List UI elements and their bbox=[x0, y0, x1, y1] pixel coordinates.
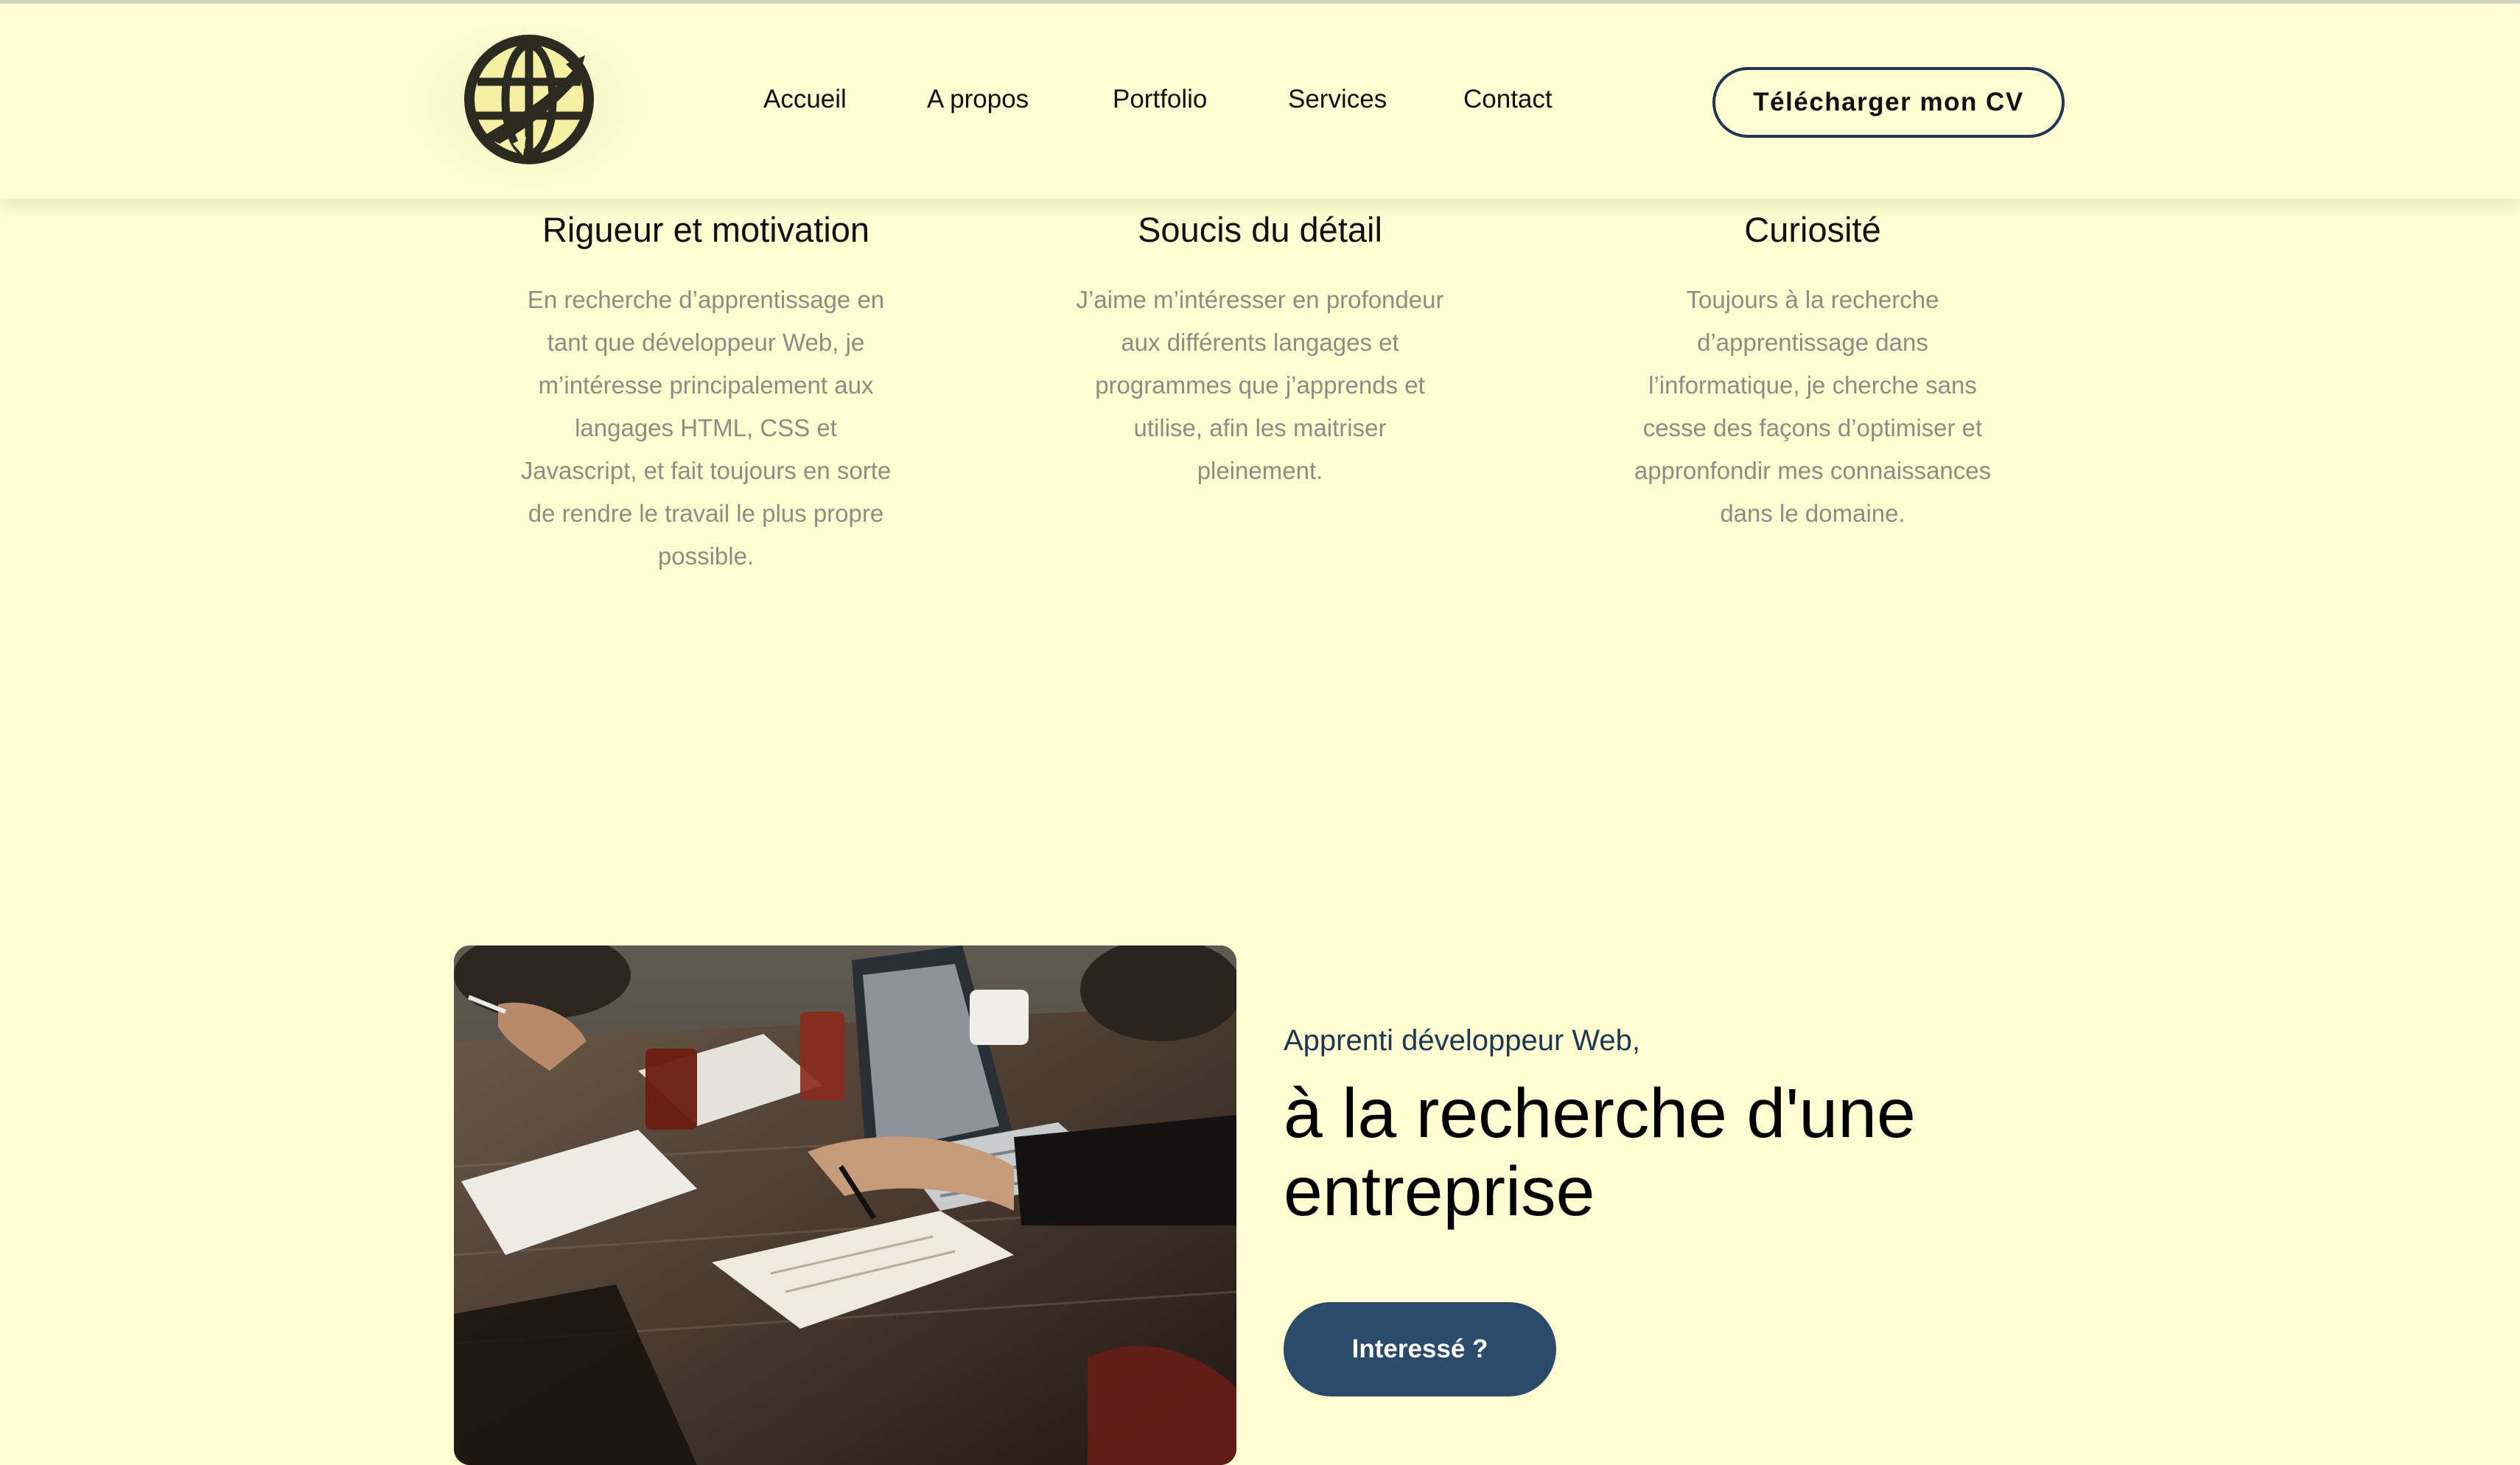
workspace-photo-illustration bbox=[454, 945, 1236, 1465]
feature-title: Curiosité bbox=[1744, 210, 1881, 249]
workspace-photo bbox=[454, 945, 1236, 1465]
download-cv-button[interactable]: Télécharger mon CV bbox=[1712, 67, 2065, 138]
feature-card: Curiosité Toujours à la recherche d’appr… bbox=[1606, 203, 2019, 535]
nav-item-services[interactable]: Services bbox=[1288, 85, 1387, 114]
feature-title: Soucis du détail bbox=[1138, 210, 1382, 249]
site-header: Accueil A propos Portfolio Services Cont… bbox=[0, 4, 2520, 199]
feature-description: En recherche d’apprentissage en tant que… bbox=[520, 286, 892, 570]
cta-headline: à la recherche d'une entreprise bbox=[1284, 1074, 1916, 1231]
feature-card: Soucis du détail J’aime m’intéresser en … bbox=[1054, 203, 1466, 492]
interested-button[interactable]: Interessé ? bbox=[1284, 1302, 1556, 1396]
nav-item-accueil[interactable]: Accueil bbox=[763, 85, 847, 114]
feature-description: Toujours à la recherche d’apprentissage … bbox=[1634, 286, 1992, 527]
cta-kicker: Apprenti développeur Web, bbox=[1284, 1024, 1641, 1057]
feature-card: Rigueur et motivation En recherche d’app… bbox=[500, 203, 912, 578]
feature-description: J’aime m’intéresser en profondeur aux di… bbox=[1076, 286, 1444, 484]
nav-item-contact[interactable]: Contact bbox=[1463, 85, 1553, 114]
nav-item-portfolio[interactable]: Portfolio bbox=[1113, 85, 1207, 114]
nav-item-a-propos[interactable]: A propos bbox=[927, 85, 1029, 114]
main-nav: Accueil A propos Portfolio Services Cont… bbox=[0, 85, 2520, 129]
feature-title: Rigueur et motivation bbox=[542, 210, 870, 249]
